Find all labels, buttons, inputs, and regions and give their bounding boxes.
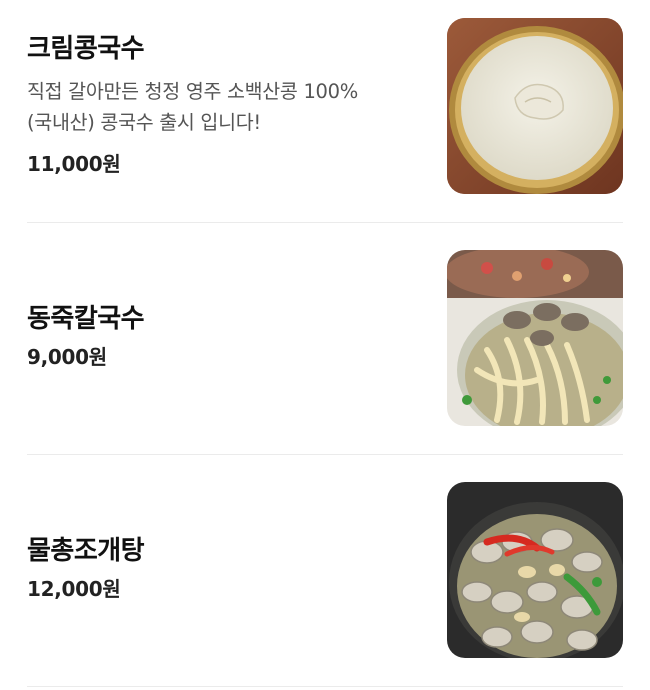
menu-item-photo[interactable]	[447, 482, 623, 658]
menu-item-photo[interactable]	[447, 18, 623, 194]
divider	[27, 686, 623, 687]
menu-item-description: 직접 갈아만든 청정 영주 소백산콩 100% (국내산) 콩국수 출시 입니다…	[27, 76, 427, 138]
menu-item-photo[interactable]	[447, 250, 623, 426]
menu-item-description-line: (국내산) 콩국수 출시 입니다!	[27, 111, 261, 134]
menu-item-mulchong-jogaetang[interactable]: 물총조개탕 12,000원	[27, 482, 623, 658]
menu-item-text: 동죽칼국수 9,000원	[27, 250, 427, 426]
menu-item-dongjuk-kalguksu[interactable]: 동죽칼국수 9,000원	[27, 250, 623, 426]
menu-item-text: 물총조개탕 12,000원	[27, 482, 427, 658]
menu-item-price: 12,000원	[27, 577, 121, 601]
menu-item-cream-kongguksu[interactable]: 크림콩국수 직접 갈아만든 청정 영주 소백산콩 100% (국내산) 콩국수 …	[27, 18, 623, 194]
kalguksu-photo	[447, 250, 623, 426]
menu-item-description-line: 직접 갈아만든 청정 영주 소백산콩 100%	[27, 80, 359, 103]
menu-item-price: 9,000원	[27, 345, 107, 369]
menu-item-name: 동죽칼국수	[27, 304, 145, 334]
menu-item-name: 물총조개탕	[27, 536, 145, 566]
menu-list: 크림콩국수 직접 갈아만든 청정 영주 소백산콩 100% (국내산) 콩국수 …	[0, 0, 650, 690]
divider	[27, 222, 623, 223]
menu-item-text: 크림콩국수 직접 갈아만든 청정 영주 소백산콩 100% (국내산) 콩국수 …	[27, 18, 427, 194]
divider	[27, 454, 623, 455]
kongguksu-photo	[447, 18, 623, 194]
menu-item-name: 크림콩국수	[27, 34, 145, 64]
jogaetang-photo	[447, 482, 623, 658]
menu-item-price: 11,000원	[27, 152, 121, 176]
